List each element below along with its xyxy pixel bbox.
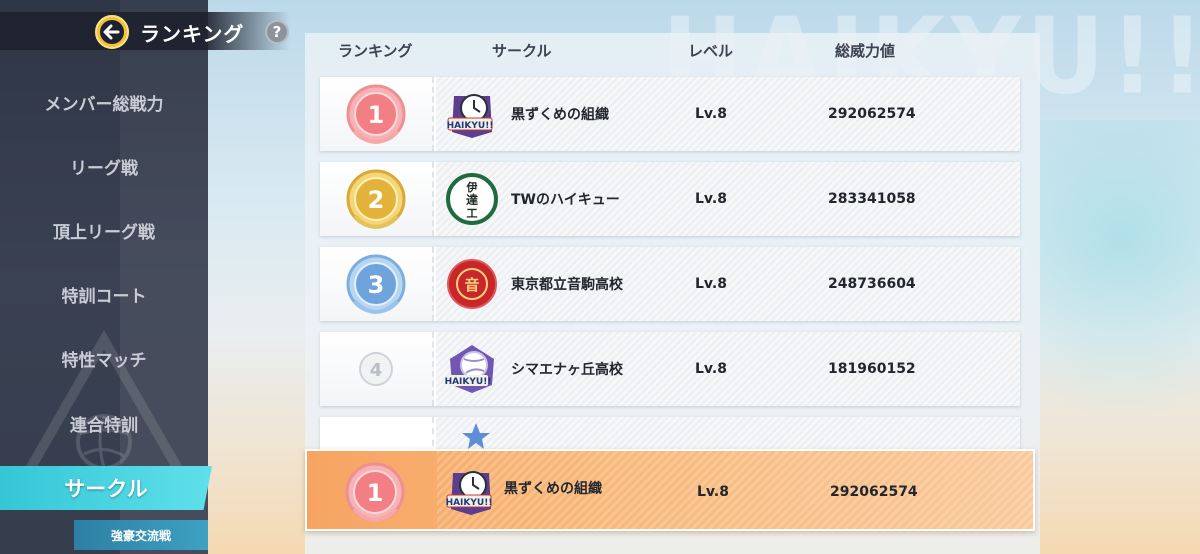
- haikyu-ball-emblem-icon: HAIKYU!!: [445, 345, 494, 393]
- circle-power: 283341058: [828, 191, 916, 207]
- circle-power: 292062574: [830, 484, 918, 500]
- circle-level: Lv.8: [695, 191, 727, 207]
- circle-name: 黒ずくめの組織: [504, 481, 602, 497]
- rank-cell: 2: [320, 162, 434, 236]
- page-title: ランキング: [140, 22, 245, 46]
- partial-emblem-icon: [462, 423, 490, 449]
- rank-number: 4: [370, 360, 383, 381]
- sidebar-item-summit-league[interactable]: 頂上リーグ戦: [0, 210, 208, 250]
- circle-level: Lv.8: [697, 484, 729, 500]
- column-header-rank: ランキング: [338, 42, 413, 60]
- circle-power: 292062574: [828, 106, 916, 122]
- back-button[interactable]: [92, 14, 132, 50]
- ranking-row[interactable]: 4 HAIKYU!! シマエナヶ丘高校 Lv.8 181960152: [320, 332, 1020, 406]
- rank-number: 3: [368, 271, 385, 299]
- circle-power: 181960152: [828, 361, 916, 377]
- rank-cell: 4: [320, 332, 434, 406]
- rank-medal-pink-icon: 1: [346, 84, 406, 145]
- emblem-label: HAIKYU!!: [445, 377, 492, 387]
- rank-medal-pink-icon: 1: [345, 462, 405, 523]
- circle-name: 東京都立音駒高校: [511, 277, 623, 293]
- sidebar-item-member-power[interactable]: メンバー総戦力: [0, 82, 208, 122]
- ranking-row[interactable]: 3 音 東京都立音駒高校 Lv.8 248736604: [320, 247, 1020, 321]
- emblem-label: 達: [466, 192, 478, 207]
- date-kogyo-emblem-icon: 伊 達 工: [446, 173, 498, 225]
- emblem-label: HAIKYU!!: [447, 121, 494, 131]
- rank-medal-blue-icon: 3: [346, 254, 406, 315]
- circle-name: TWのハイキュー: [511, 192, 620, 208]
- help-button[interactable]: ?: [265, 20, 289, 44]
- rank-cell: 1: [320, 77, 434, 151]
- rank-number: 1: [367, 479, 384, 507]
- circle-level: Lv.8: [695, 276, 727, 292]
- sidebar-item-league[interactable]: リーグ戦: [0, 146, 208, 186]
- circle-name: シマエナヶ丘高校: [511, 362, 623, 378]
- column-header-power: 総威力値: [835, 42, 896, 60]
- column-header-level: レベル: [688, 42, 734, 60]
- haikyu-clock-emblem-icon: HAIKYU!!: [447, 94, 494, 138]
- own-circle-row[interactable]: 1 HAIKYU!! 黒ずくめの組織 Lv.8 292062574: [305, 449, 1035, 531]
- sidebar-item-trait-match[interactable]: 特性マッチ: [0, 338, 208, 378]
- emblem-label: 工: [467, 207, 478, 220]
- emblem-label: HAIKYU!!: [446, 498, 493, 508]
- emblem-label: 伊: [466, 180, 478, 194]
- sidebar-subitem-rival-exchange[interactable]: 強豪交流戦: [74, 520, 208, 550]
- sidebar-item-training-court[interactable]: 特訓コート: [0, 274, 208, 314]
- ranking-row[interactable]: 1 HAIKYU!! 黒ずくめの組織 Lv.8 292062574: [320, 77, 1020, 151]
- back-arrow-icon: [95, 15, 129, 49]
- rank-medal-gold-icon: 2: [346, 169, 406, 230]
- rank-number: 1: [368, 101, 385, 129]
- rank-cell: 3: [320, 247, 434, 321]
- sidebar-item-alliance-training[interactable]: 連合特訓: [0, 403, 208, 443]
- circle-level: Lv.8: [695, 361, 727, 377]
- ranking-row[interactable]: 2 伊 達 工 TWのハイキュー Lv.8 283341058: [320, 162, 1020, 236]
- circle-name: 黒ずくめの組織: [511, 107, 609, 123]
- circle-power: 248736604: [828, 276, 916, 292]
- emblem-label: 音: [464, 276, 479, 294]
- haikyu-clock-emblem-icon: HAIKYU!!: [446, 471, 493, 515]
- sidebar-item-circle[interactable]: サークル: [0, 466, 212, 510]
- rank-number: 2: [368, 186, 385, 214]
- rank-badge-plain-icon: 4: [359, 352, 393, 386]
- nekoma-emblem-icon: 音: [447, 259, 497, 309]
- circle-level: Lv.8: [695, 106, 727, 122]
- column-header-circle: サークル: [492, 42, 552, 60]
